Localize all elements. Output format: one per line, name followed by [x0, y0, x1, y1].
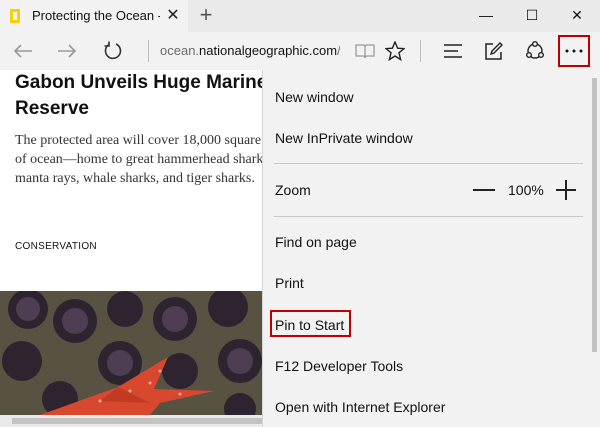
menu-vertical-scrollbar[interactable] [588, 70, 600, 427]
natgeo-favicon-icon [10, 9, 20, 23]
menu-item-f12-developer-tools[interactable]: F12 Developer Tools [275, 358, 403, 374]
minimize-button[interactable]: — [463, 0, 509, 32]
address-domain: nationalgeographic.com [199, 43, 338, 58]
share-icon [526, 41, 544, 59]
more-icon [565, 49, 583, 53]
menu-item-new-inprivate-window[interactable]: New InPrivate window [275, 130, 413, 146]
refresh-icon [104, 41, 122, 60]
photo-image [0, 291, 262, 415]
hub-icon [444, 44, 462, 58]
address-prefix: ocean. [160, 43, 200, 58]
refresh-button[interactable] [98, 36, 128, 66]
back-arrow-icon [13, 44, 32, 58]
sea-urchins-photo[interactable] [0, 291, 262, 415]
navigation-bar: ocean.nationalgeographic.com/o [0, 32, 600, 70]
forward-button[interactable] [52, 36, 82, 66]
address-path: /o [337, 43, 340, 58]
article-category[interactable]: CONSERVATION [15, 241, 97, 252]
address-separator [148, 40, 149, 62]
favorite-button[interactable] [380, 36, 410, 66]
menu-item-print[interactable]: Print [275, 275, 304, 291]
more-actions-menu: New window New InPrivate window Zoom 100… [262, 70, 600, 427]
web-note-button[interactable] [479, 36, 509, 66]
back-button[interactable] [8, 36, 38, 66]
menu-separator [274, 163, 583, 164]
more-actions-button[interactable] [558, 35, 590, 67]
hub-button[interactable] [438, 36, 468, 66]
new-tab-button[interactable]: + [196, 4, 216, 28]
menu-item-pin-to-start[interactable]: Pin to Start [275, 317, 344, 333]
close-window-button[interactable]: ✕ [554, 0, 600, 32]
zoom-level: 100% [508, 182, 544, 198]
tab-close-button[interactable]: ✕ [163, 6, 183, 26]
zoom-out-button[interactable] [473, 189, 495, 191]
reading-view-button[interactable] [350, 36, 380, 66]
menu-item-new-window[interactable]: New window [275, 89, 354, 105]
web-note-icon [485, 42, 503, 60]
reading-view-icon [355, 44, 375, 59]
zoom-in-button[interactable] [556, 180, 576, 200]
menu-separator [274, 216, 583, 217]
title-bar: Protecting the Ocean -- ✕ + — ☐ ✕ [0, 0, 600, 32]
forward-arrow-icon [58, 44, 77, 58]
tab-title: Protecting the Ocean -- [32, 8, 160, 23]
menu-scroll-thumb[interactable] [592, 78, 597, 352]
share-button[interactable] [520, 36, 550, 66]
toolbar-separator [420, 40, 421, 62]
browser-tab[interactable]: Protecting the Ocean -- ✕ [0, 0, 188, 32]
menu-item-zoom-label: Zoom [275, 182, 311, 198]
star-icon [384, 40, 406, 62]
menu-item-open-with-ie[interactable]: Open with Internet Explorer [275, 399, 445, 415]
maximize-button[interactable]: ☐ [509, 0, 555, 32]
menu-item-find-on-page[interactable]: Find on page [275, 234, 357, 250]
address-bar[interactable]: ocean.nationalgeographic.com/o [160, 43, 340, 58]
